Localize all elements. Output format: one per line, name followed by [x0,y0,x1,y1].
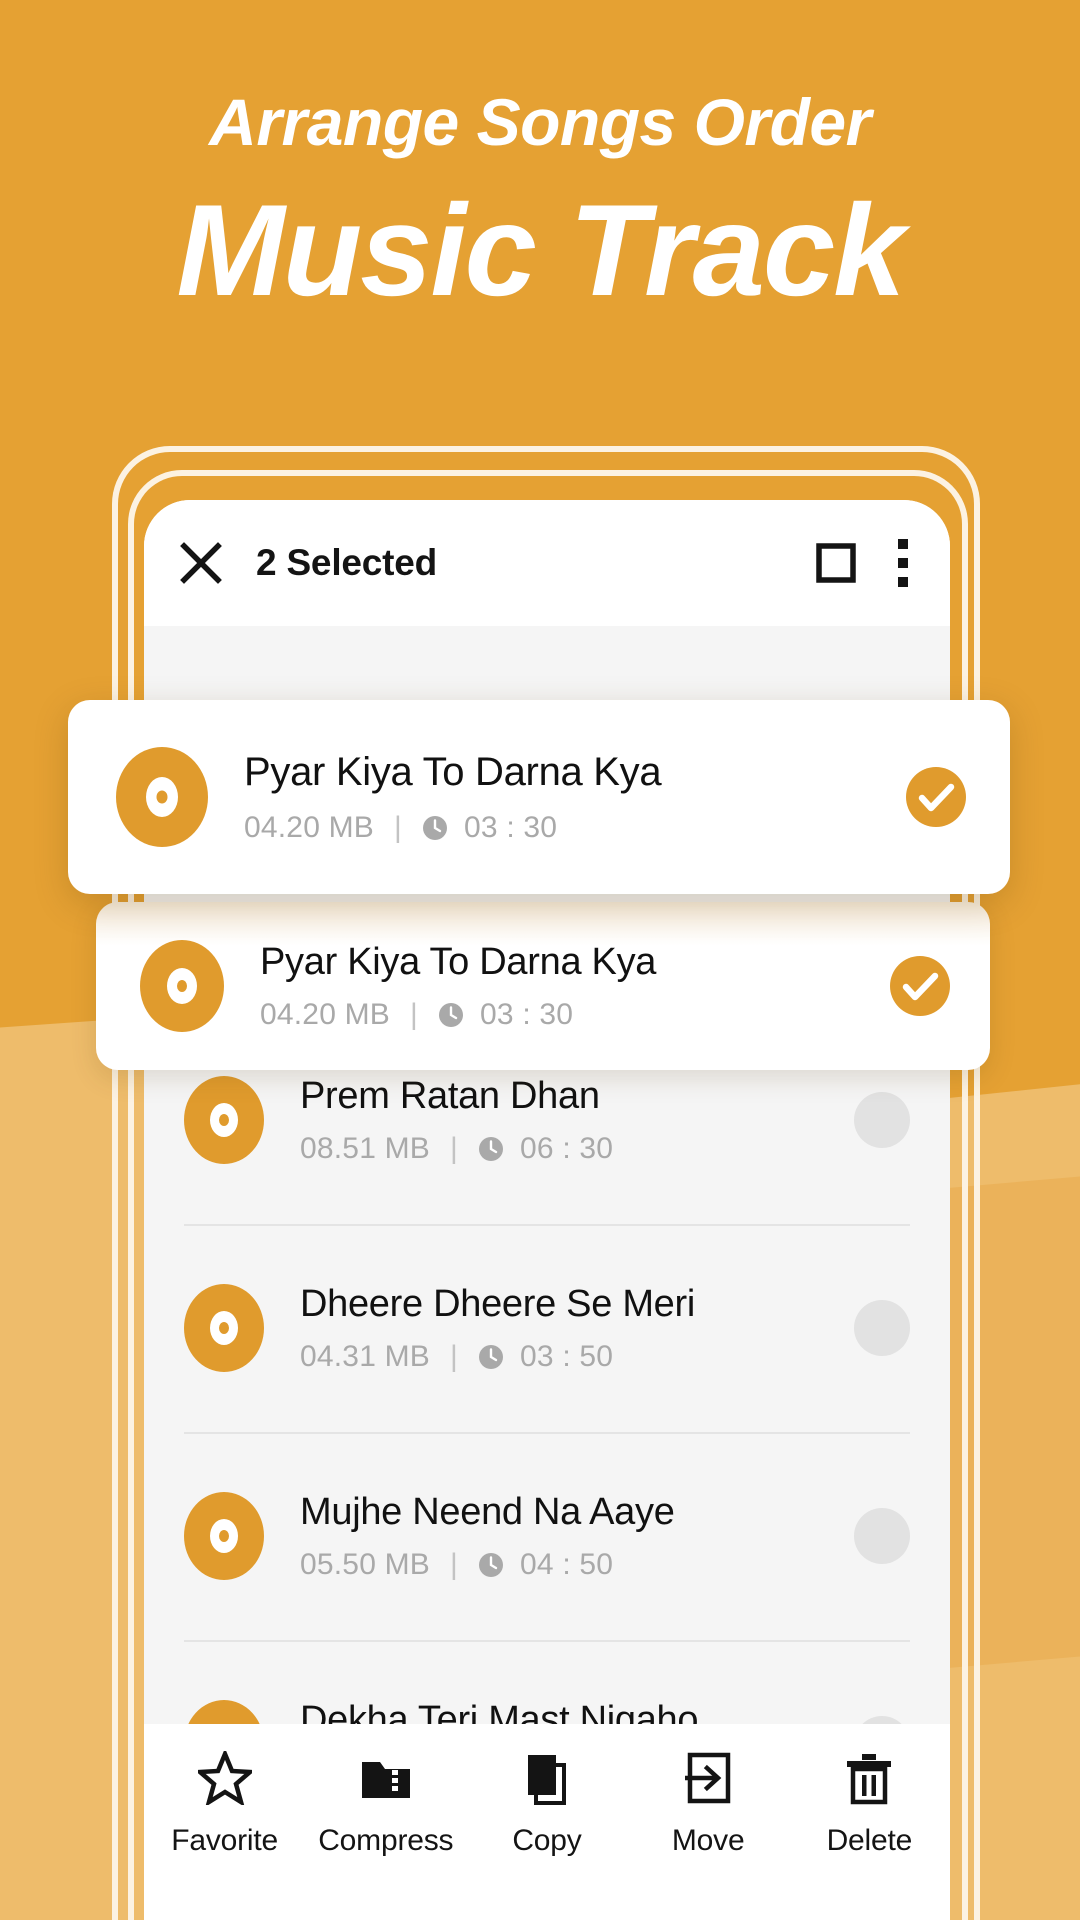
music-disc-icon [136,940,228,1032]
song-duration: 03 : 50 [520,1340,614,1374]
song-size: 08.51 MB [300,1132,431,1166]
action-label: Favorite [171,1824,278,1857]
checkbox-selected[interactable] [890,956,950,1016]
song-info: Mujhe Neend Na Aaye 05.50 MB | 04 : 50 [300,1490,854,1583]
table-row[interactable]: Dheere Dheere Se Meri 04.31 MB | 03 : 50 [144,1224,950,1432]
music-disc-icon [112,747,212,847]
action-copy[interactable]: Copy [472,1750,622,1858]
song-meta: 08.51 MB | 06 : 30 [300,1132,854,1166]
archive-icon [359,1750,413,1806]
promo-tagline: Arrange Songs Order [209,85,871,159]
clock-icon [478,1136,504,1162]
checkbox-selected[interactable] [906,767,966,827]
check-icon [902,972,939,1001]
copy-icon [520,1750,574,1806]
action-label: Copy [512,1824,582,1857]
song-size: 04.20 MB [260,998,391,1032]
song-duration: 03 : 30 [480,998,574,1032]
action-compress[interactable]: Compress [311,1750,461,1858]
action-favorite[interactable]: Favorite [150,1750,300,1858]
checkbox-unselected[interactable] [854,1092,910,1148]
music-disc-icon [180,1492,268,1580]
promo-poster: Arrange Songs Order Music Track 2 Select… [0,0,1080,1920]
song-info: Pyar Kiya To Darna Kya 04.20 MB | 03 : 3… [260,940,890,1033]
more-vertical-icon[interactable] [898,539,908,587]
meta-separator: | [450,1132,459,1166]
app-bar: 2 Selected [144,500,950,626]
checkbox-unselected[interactable] [854,1508,910,1564]
song-size: 05.50 MB [300,1548,431,1582]
song-meta: 04.31 MB | 03 : 50 [300,1340,854,1374]
dragged-song-card[interactable]: Pyar Kiya To Darna Kya 04.20 MB | 03 : 3… [68,700,1010,894]
song-meta: 05.50 MB | 04 : 50 [300,1548,854,1582]
meta-separator: | [450,1548,459,1582]
song-title: Dheere Dheere Se Meri [300,1282,696,1325]
song-size: 04.31 MB [300,1340,431,1374]
song-info: Pyar Kiya To Darna Kya 04.20 MB | 03 : 3… [244,749,906,844]
action-label: Move [671,1824,745,1857]
promo-title: Music Track [176,177,905,323]
music-disc-icon [180,1076,268,1164]
song-title: Prem Ratan Dhan [300,1074,600,1117]
song-info: Dekha Teri Mast Nigaho 04.20 MB | 03 : 3… [300,1698,854,1724]
move-icon [681,1750,735,1806]
trash-icon [842,1750,896,1806]
meta-separator: | [450,1340,459,1374]
song-title: Pyar Kiya To Darna Kya [244,750,662,795]
action-label: Delete [826,1824,913,1857]
checkbox-unselected[interactable] [854,1716,910,1724]
star-icon [197,1750,252,1806]
song-info: Prem Ratan Dhan 08.51 MB | 06 : 30 [300,1074,854,1167]
song-info: Dheere Dheere Se Meri 04.31 MB | 03 : 50 [300,1282,854,1375]
overflow-dot [898,539,908,549]
song-title: Mujhe Neend Na Aaye [300,1490,675,1533]
action-move[interactable]: Move [633,1750,783,1858]
song-meta: 04.20 MB | 03 : 30 [260,998,890,1032]
meta-separator: | [410,998,419,1032]
song-title: Pyar Kiya To Darna Kya [260,940,657,983]
song-duration: 03 : 30 [464,810,558,844]
song-title: Dekha Teri Mast Nigaho [300,1698,699,1724]
bottom-action-bar: Favorite Compress Copy Move Delete [144,1724,950,1920]
overflow-dot [898,577,908,587]
action-delete[interactable]: Delete [794,1750,944,1858]
close-icon[interactable] [180,542,222,584]
table-row[interactable]: Dekha Teri Mast Nigaho 04.20 MB | 03 : 3… [144,1640,950,1724]
clock-icon [478,1552,504,1578]
overflow-dot [898,558,908,568]
music-disc-icon [180,1700,268,1724]
dragged-song-card[interactable]: Pyar Kiya To Darna Kya 04.20 MB | 03 : 3… [96,902,990,1070]
clock-icon [422,815,448,841]
song-duration: 04 : 50 [520,1548,614,1582]
music-disc-icon [180,1284,268,1372]
song-duration: 06 : 30 [520,1132,614,1166]
checkbox-unselected[interactable] [854,1300,910,1356]
song-size: 04.20 MB [244,810,375,844]
select-all-square-icon[interactable] [816,543,856,583]
meta-separator: | [394,810,403,844]
selection-count-label: 2 Selected [256,542,438,583]
clock-icon [478,1344,504,1370]
clock-icon [438,1002,464,1028]
action-label: Compress [318,1824,454,1857]
check-icon [918,783,955,812]
table-row[interactable]: Mujhe Neend Na Aaye 05.50 MB | 04 : 50 [144,1432,950,1640]
song-meta: 04.20 MB | 03 : 30 [244,811,906,845]
